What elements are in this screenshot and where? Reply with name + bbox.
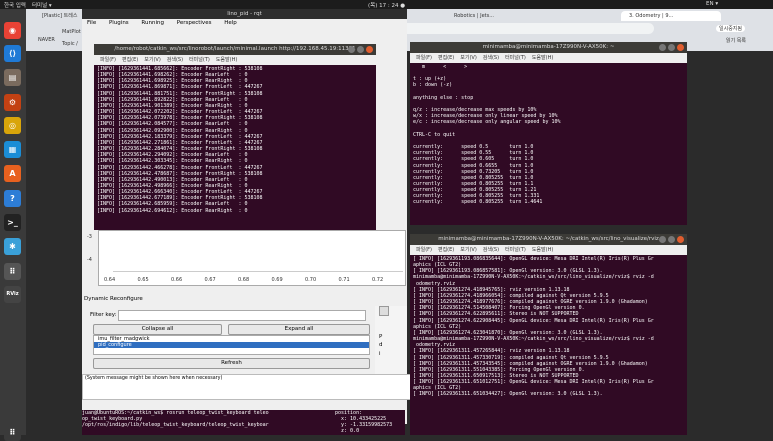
x-axis-line	[113, 271, 403, 272]
terminal-menu-item[interactable]: 터미널(T)	[189, 57, 210, 63]
close-icon[interactable]	[366, 46, 373, 53]
menu-help[interactable]: Help	[224, 20, 237, 26]
chrome-icon[interactable]: ◉	[4, 22, 21, 39]
reading-list[interactable]: 읽기 목록	[726, 37, 746, 44]
expand-all-button[interactable]: Expand all	[228, 324, 370, 335]
help-icon[interactable]: ?	[4, 190, 21, 207]
param-side-panel: P d i	[375, 306, 407, 374]
terminal-menu-item[interactable]: 편집(E)	[438, 247, 454, 253]
active-app-menu[interactable]: 터미널 ▾	[32, 1, 52, 9]
terminal-menu-item[interactable]: 도움말(H)	[532, 247, 553, 253]
menu-file[interactable]: File	[87, 20, 96, 26]
terminal-menu-item[interactable]: 보기(V)	[460, 247, 477, 253]
maximize-icon[interactable]	[668, 44, 675, 51]
filter-input[interactable]	[118, 310, 366, 321]
status-message-box: (System message might be shown here when…	[82, 374, 411, 400]
bookmark-naver[interactable]: NAVER	[38, 37, 55, 43]
terminal-icon[interactable]: >_	[4, 214, 21, 231]
x-tick: 0.70	[305, 277, 317, 283]
tree-item-pid-configure[interactable]: pid_configure	[94, 342, 369, 348]
terminal-menubar: 파일(F) 편집(E) 보기(V) 검색(S) 터미널(T) 도움말(H)	[410, 245, 687, 255]
settings-icon[interactable]: ⚙	[4, 94, 21, 111]
x-tick: 0.65	[137, 277, 149, 283]
terminal-titlebar: minimamba@minimamba-17Z990N-V-AX50K: ~	[410, 42, 687, 53]
gear-app-icon[interactable]: ✱	[4, 238, 21, 255]
maximize-icon[interactable]	[668, 236, 675, 243]
terminal-menu-item[interactable]: 도움말(H)	[532, 55, 553, 61]
minimize-icon[interactable]	[659, 236, 666, 243]
language-indicator[interactable]: EN ▾	[706, 1, 718, 7]
refresh-button[interactable]: Refresh	[93, 358, 370, 369]
system-top-bar: 한국 입력 터미널 ▾ (목) 17 : 24 ● EN ▾	[0, 0, 773, 9]
terminal-menu-item[interactable]: 검색(S)	[167, 57, 183, 63]
node-tree[interactable]: imu_filter_madgwick pid_configure	[93, 335, 370, 355]
save-icon[interactable]	[379, 306, 389, 316]
terminal-output: [ INFO] [1629361193.086835644]: OpenGL d…	[413, 256, 654, 398]
terminal-menubar: 파일(F) 편집(E) 보기(V) 검색(S) 터미널(T) 도움말(H)	[94, 55, 376, 65]
minimize-icon[interactable]	[659, 44, 666, 51]
x-tick: 0.72	[372, 277, 384, 283]
terminal-menu-item[interactable]: 보기(V)	[460, 55, 477, 61]
menu-perspectives[interactable]: Perspectives	[177, 20, 212, 26]
input-method[interactable]: 한국 입력	[4, 1, 26, 9]
dock: ◉ ⟨⟩ ▤ ⚙ ◎ ▦ A? >_ ✱ ⠿ RViz ⠿	[0, 9, 26, 441]
minimize-icon[interactable]	[348, 46, 355, 53]
terminal-menu-item[interactable]: 편집(E)	[438, 55, 454, 61]
y-tick: -3	[87, 234, 92, 240]
dynamic-reconfigure-title: Dynamic Reconfigure	[84, 296, 143, 302]
close-icon[interactable]	[677, 44, 684, 51]
filter-label: Filter key:	[90, 312, 117, 318]
x-tick: 0.67	[204, 277, 216, 283]
show-apps-icon[interactable]: ⠿	[4, 424, 21, 441]
y-tick: -4	[87, 257, 92, 263]
x-tick: 0.66	[171, 277, 183, 283]
param-label: d	[379, 342, 383, 348]
terminal-titlebar: /home/robot/catkin_ws/src/linorobot/laun…	[94, 44, 376, 55]
clock[interactable]: (목) 17 : 24 ●	[368, 1, 405, 9]
terminal-menubar: 파일(F) 편집(E) 보기(V) 검색(S) 터미널(T) 도움말(H)	[410, 53, 687, 63]
terminal-menu-item[interactable]: 검색(S)	[483, 247, 499, 253]
terminal-output: m < > t : up (+z) b : down (-z) anything…	[413, 64, 561, 206]
rqt-title: lino_pid - rqt	[82, 9, 407, 19]
terminal-titlebar: minimamba@minimamba-17Z990N-V-AX50K: ~/c…	[410, 234, 687, 245]
browser-tab[interactable]: Robotics | Jets...	[446, 11, 534, 21]
terminal-menu-item[interactable]: 터미널(T)	[505, 247, 526, 253]
close-icon[interactable]	[677, 236, 684, 243]
terminal-menu-item[interactable]: 도움말(H)	[216, 57, 237, 63]
rviz-terminal[interactable]: minimamba@minimamba-17Z990N-V-AX50K: ~/c…	[410, 234, 687, 435]
x-tick: 0.69	[271, 277, 283, 283]
odom-echo-terminal[interactable]: position: x: 10.433425225 y: -1.33159982…	[335, 410, 405, 435]
apps-grid-icon[interactable]: ⠿	[4, 263, 21, 280]
x-tick: 0.71	[338, 277, 350, 283]
terminal-menu-item[interactable]: 파일(F)	[416, 55, 432, 61]
rviz-icon[interactable]: RViz	[4, 286, 21, 303]
terminal-menu-item[interactable]: 보기(V)	[144, 57, 161, 63]
browser-tab[interactable]: 3. Odometry | 9...	[621, 11, 721, 21]
terminal-menu-item[interactable]: 검색(S)	[483, 55, 499, 61]
vscode-icon[interactable]: ⟨⟩	[4, 45, 21, 62]
docs-icon[interactable]: ▦	[4, 141, 21, 158]
menu-plugins[interactable]: Plugins	[109, 20, 129, 26]
teleop-keyboard-terminal[interactable]: minimamba@minimamba-17Z990N-V-AX50K: ~ 파…	[410, 42, 687, 225]
terminal-menu-item[interactable]: 터미널(T)	[505, 55, 526, 61]
x-tick: 0.64	[104, 277, 116, 283]
files-icon[interactable]: ▤	[4, 69, 21, 86]
terminal-menu-item[interactable]: 파일(F)	[100, 57, 116, 63]
terminal-output: [INFO] [1629361441.685662]: Encoder Fron…	[97, 66, 263, 214]
rqt-menubar: File Plugins Running Perspectives Help	[82, 19, 407, 28]
bookmark-matplot[interactable]: MatPlot	[62, 29, 81, 35]
profile-button[interactable]: 일시중지됨	[716, 25, 746, 32]
terminal-menu-item[interactable]: 파일(F)	[416, 247, 432, 253]
x-tick: 0.68	[238, 277, 250, 283]
menu-running[interactable]: Running	[141, 20, 164, 26]
encoder-terminal[interactable]: /home/robot/catkin_ws/src/linorobot/laun…	[94, 44, 376, 230]
bookmark-topic[interactable]: Topic /	[62, 41, 78, 47]
param-label: i	[379, 351, 381, 357]
camera-icon[interactable]: ◎	[4, 117, 21, 134]
software-icon[interactable]: A	[4, 165, 21, 182]
maximize-icon[interactable]	[357, 46, 364, 53]
param-label: P	[379, 334, 383, 340]
terminal-menu-item[interactable]: 편집(E)	[122, 57, 138, 63]
collapse-all-button[interactable]: Collapse all	[93, 324, 222, 335]
